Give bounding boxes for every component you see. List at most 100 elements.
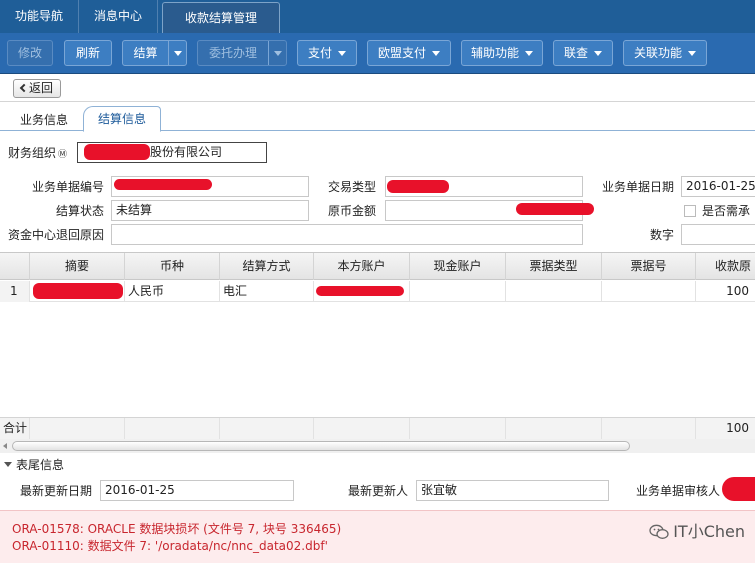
total-cell <box>220 418 314 439</box>
watermark: IT小Chen <box>649 521 745 543</box>
refresh-button[interactable]: 刷新 <box>64 40 112 66</box>
column-header-bill-type[interactable]: 票据类型 <box>506 253 602 280</box>
tab-business-info[interactable]: 业务信息 <box>20 109 68 131</box>
aux-function-button[interactable]: 辅助功能 <box>461 40 543 66</box>
total-cell <box>410 418 506 439</box>
update-date-field[interactable]: 2016-01-25 <box>100 480 294 501</box>
settlement-grid: 摘要 币种 结算方式 本方账户 现金账户 票据类型 票据号 收款原 1 人民币 … <box>0 252 755 453</box>
fin-org-label: 财务组织 Ⓜ <box>8 146 68 160</box>
redaction-mark <box>33 283 123 299</box>
pay-label: 支付 <box>307 46 332 60</box>
redaction-mark <box>516 203 594 215</box>
settle-button[interactable]: 结算 <box>122 40 187 66</box>
digit-field[interactable] <box>681 224 755 245</box>
tab-message-center[interactable]: 消息中心 <box>79 0 159 33</box>
digit-label: 数字 <box>649 228 674 242</box>
back-bar: 返回 <box>0 74 755 102</box>
wechat-icon <box>649 524 669 539</box>
pay-button[interactable]: 支付 <box>297 40 357 66</box>
toolbar: 修改 刷新 结算 委托办理 支付 欧盟支付 辅助功能 联查 关联功能 <box>0 33 755 74</box>
footer-section-title: 表尾信息 <box>16 458 65 472</box>
need-confirm-label: 是否需承 <box>702 204 751 218</box>
horizontal-scrollbar[interactable] <box>0 439 755 453</box>
related-label: 关联功能 <box>633 46 682 60</box>
chevron-down-icon <box>594 51 602 56</box>
return-reason-field[interactable] <box>111 224 583 245</box>
total-cell <box>602 418 696 439</box>
column-header-cash-account[interactable]: 现金账户 <box>410 253 506 280</box>
link-query-button[interactable]: 联查 <box>553 40 613 66</box>
redaction-mark <box>316 286 404 296</box>
modify-button[interactable]: 修改 <box>7 40 53 66</box>
entrust-button[interactable]: 委托办理 <box>197 40 287 66</box>
chevron-down-icon[interactable] <box>268 41 286 65</box>
refresh-label: 刷新 <box>75 46 100 60</box>
update-date-label: 最新更新日期 <box>19 484 92 498</box>
union-pay-label: 欧盟支付 <box>377 46 426 60</box>
chevron-down-icon <box>525 51 533 56</box>
total-cell <box>125 418 220 439</box>
error-message-panel: ORA-01578: ORACLE 数据块损坏 (文件号 7, 块号 33646… <box>0 510 755 563</box>
column-header-method[interactable]: 结算方式 <box>220 253 314 280</box>
modify-label: 修改 <box>17 46 42 60</box>
grid-total-row: 合计 100 <box>0 417 755 439</box>
cell-amount[interactable]: 100 <box>696 281 755 302</box>
tab-settlement-info[interactable]: 结算信息 <box>83 106 162 132</box>
cell-bill-type[interactable] <box>506 281 602 302</box>
column-header-summary[interactable]: 摘要 <box>30 253 125 280</box>
error-line-2: ORA-01110: 数据文件 7: '/oradata/nc/nnc_data… <box>12 539 328 553</box>
bill-no-label: 业务单据编号 <box>31 180 104 194</box>
top-tab-bar: 功能导航 消息中心 收款结算管理 <box>0 0 755 33</box>
scrollbar-thumb[interactable] <box>12 441 630 451</box>
watermark-text: IT小Chen <box>673 522 745 541</box>
error-line-1: ORA-01578: ORACLE 数据块损坏 (文件号 7, 块号 33646… <box>12 522 342 536</box>
orig-amount-label: 原币金额 <box>327 204 376 218</box>
chevron-down-icon[interactable] <box>168 41 186 65</box>
tab-function-nav[interactable]: 功能导航 <box>0 0 80 33</box>
trade-type-label: 交易类型 <box>327 180 376 194</box>
entrust-label: 委托办理 <box>208 46 257 60</box>
redaction-mark <box>722 477 755 501</box>
redaction-mark <box>387 180 449 193</box>
column-header-amount[interactable]: 收款原 <box>696 253 755 280</box>
cell-method[interactable]: 电汇 <box>220 281 314 302</box>
total-cell <box>30 418 125 439</box>
column-header-currency[interactable]: 币种 <box>125 253 220 280</box>
grid-index-header <box>0 253 30 280</box>
total-cell <box>314 418 410 439</box>
chevron-down-icon <box>338 51 346 56</box>
settle-status-label: 结算状态 <box>55 204 104 218</box>
back-label: 返回 <box>28 81 53 95</box>
cell-currency[interactable]: 人民币 <box>125 281 220 302</box>
aux-label: 辅助功能 <box>470 46 519 60</box>
auditor-label: 业务单据审核人 <box>635 484 720 498</box>
chevron-down-icon <box>688 51 696 56</box>
triangle-down-icon <box>4 462 12 467</box>
settle-status-field[interactable]: 未结算 <box>111 200 309 221</box>
related-function-button[interactable]: 关联功能 <box>623 40 707 66</box>
cell-bill-no[interactable] <box>602 281 696 302</box>
tab-receipt-settlement[interactable]: 收款结算管理 <box>162 2 281 33</box>
bill-date-field[interactable]: 2016-01-25 <box>681 176 755 197</box>
total-cell <box>506 418 602 439</box>
bill-date-label: 业务单据日期 <box>601 180 674 194</box>
redaction-mark <box>84 144 150 160</box>
return-reason-label: 资金中心退回原因 <box>7 228 104 242</box>
link-query-label: 联查 <box>563 46 588 60</box>
total-label: 合计 <box>0 418 30 439</box>
total-amount: 100 <box>696 418 755 439</box>
redaction-mark <box>114 179 212 190</box>
settle-label: 结算 <box>133 46 158 60</box>
column-header-own-account[interactable]: 本方账户 <box>314 253 410 280</box>
cell-cash-account[interactable] <box>410 281 506 302</box>
union-pay-button[interactable]: 欧盟支付 <box>367 40 451 66</box>
updater-label: 最新更新人 <box>347 484 408 498</box>
back-button[interactable]: 返回 <box>13 79 61 98</box>
chevron-left-icon <box>19 83 29 93</box>
need-confirm-checkbox[interactable] <box>684 205 696 217</box>
scroll-left-icon[interactable] <box>3 443 7 449</box>
footer-section-toggle[interactable]: 表尾信息 <box>4 458 64 472</box>
updater-field[interactable]: 张宜敏 <box>416 480 609 501</box>
sub-tab-bar: 业务信息 结算信息 <box>0 103 755 132</box>
column-header-bill-no[interactable]: 票据号 <box>602 253 696 280</box>
